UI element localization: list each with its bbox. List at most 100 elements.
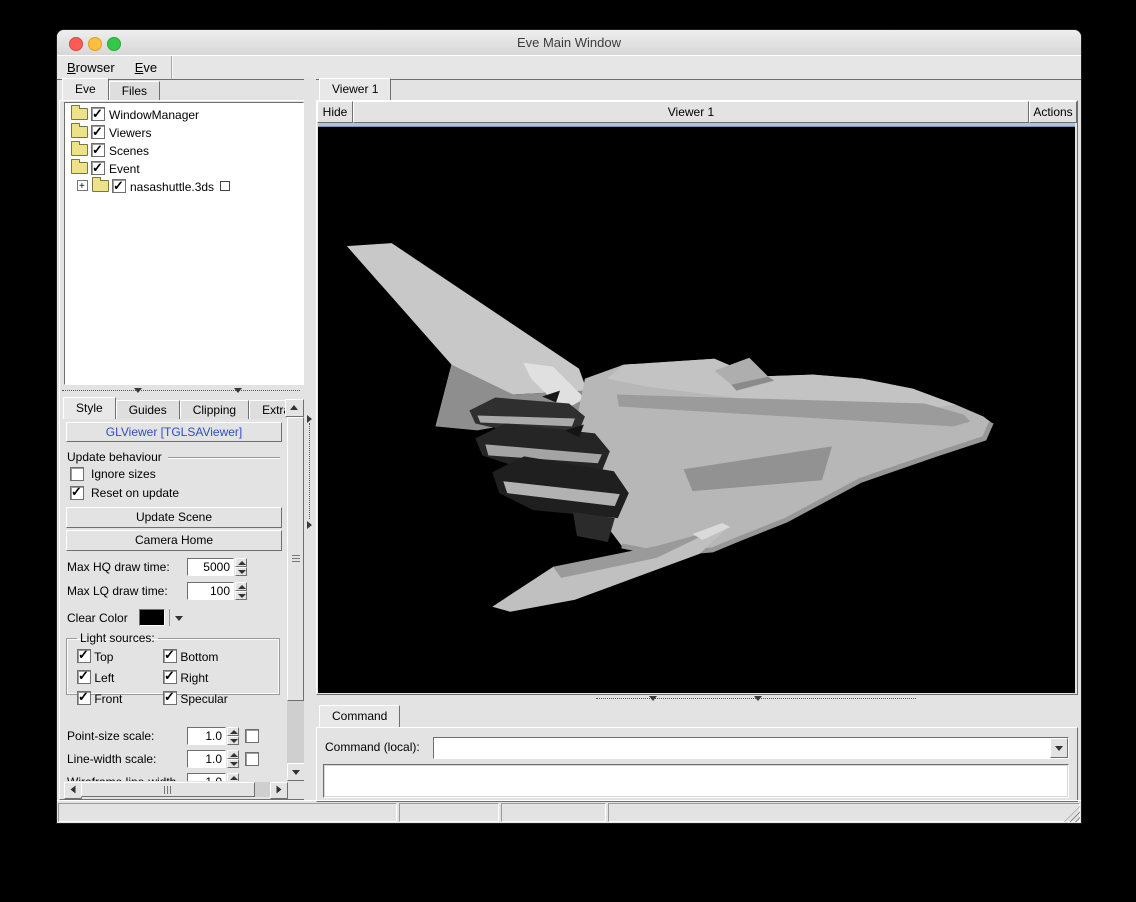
reset-on-update-row: Reset on update	[70, 486, 179, 500]
screen: { "window": { "title": "Eve Main Window"…	[0, 0, 1136, 902]
point-size-checkbox[interactable]	[245, 729, 259, 743]
line-width-stepper[interactable]	[227, 750, 239, 768]
tab-clipping[interactable]: Clipping	[180, 400, 249, 419]
tree-checkbox[interactable]	[91, 143, 105, 157]
tree-checkbox[interactable]	[112, 179, 126, 193]
max-lq-stepper[interactable]	[235, 582, 247, 600]
actions-button[interactable]: Actions	[1029, 101, 1077, 123]
folder-icon	[92, 180, 109, 192]
status-segment	[399, 803, 499, 822]
camera-home-button[interactable]: Camera Home	[66, 530, 282, 551]
tab-command[interactable]: Command	[319, 705, 400, 727]
tab-eve[interactable]: Eve	[62, 78, 109, 100]
point-size-stepper[interactable]	[227, 727, 239, 745]
editor-tabbar: Style Guides Clipping Extras	[63, 397, 309, 419]
clear-color-row: Clear Color	[67, 609, 186, 626]
titlebar[interactable]: Eve Main Window	[57, 30, 1081, 56]
line-width-row: Line-width scale: 1.0	[67, 750, 259, 768]
point-size-row: Point-size scale: 1.0	[67, 727, 259, 745]
ignore-sizes-checkbox[interactable]	[70, 467, 84, 481]
command-combobox[interactable]	[433, 737, 1069, 759]
checkbox-label: Ignore sizes	[91, 467, 156, 481]
scroll-right-button[interactable]	[270, 782, 288, 799]
gl-viewport[interactable]	[318, 123, 1075, 693]
main-area: Eve Files WindowManager Viewers Scenes E…	[57, 78, 1081, 800]
wireframe-input[interactable]: 1.0	[187, 773, 226, 781]
light-front-checkbox[interactable]	[77, 691, 91, 705]
tree-item-scenes[interactable]: Scenes	[65, 142, 303, 160]
tree-item-label[interactable]: Event	[109, 162, 140, 176]
tree-item-label[interactable]: nasashuttle.3ds	[130, 180, 214, 194]
light-bottom-checkbox[interactable]	[163, 649, 177, 663]
editor-horizontal-scrollbar[interactable]	[64, 782, 288, 797]
tree-checkbox[interactable]	[91, 161, 105, 175]
field-label: Point-size scale:	[67, 729, 187, 743]
light-right-checkbox[interactable]	[163, 670, 177, 684]
clear-color-dropdown[interactable]	[169, 609, 186, 626]
expander-plus-icon[interactable]	[77, 180, 88, 191]
reset-on-update-checkbox[interactable]	[70, 486, 84, 500]
max-hq-input[interactable]: 5000	[187, 558, 234, 576]
tree-editor-splitter[interactable]	[62, 385, 300, 397]
tab-viewer-1[interactable]: Viewer 1	[319, 78, 391, 100]
hide-button[interactable]: Hide	[317, 101, 353, 123]
checkbox-label: Reset on update	[91, 486, 179, 500]
scroll-left-button[interactable]	[64, 782, 82, 799]
checkbox-label: Right	[180, 671, 208, 685]
line-width-input[interactable]: 1.0	[187, 750, 226, 768]
ignore-sizes-row: Ignore sizes	[70, 467, 156, 481]
tab-guides[interactable]: Guides	[116, 400, 180, 419]
light-top-checkbox[interactable]	[77, 649, 91, 663]
status-segment	[501, 803, 606, 822]
point-size-input[interactable]: 1.0	[187, 727, 226, 745]
clear-color-swatch[interactable]	[139, 609, 165, 626]
wireframe-stepper[interactable]	[227, 773, 239, 781]
editor-vertical-scrollbar[interactable]	[287, 417, 304, 781]
max-lq-input[interactable]: 100	[187, 582, 234, 600]
folder-icon	[71, 126, 88, 138]
scrollbar-thumb[interactable]	[81, 782, 255, 797]
menu-eve[interactable]: Eve	[125, 58, 167, 77]
folder-icon	[71, 144, 88, 156]
status-segment	[608, 803, 1080, 822]
left-tabbar: Eve Files	[62, 78, 160, 100]
viewer-tabbar: Viewer 1	[319, 78, 391, 100]
light-specular-checkbox[interactable]	[163, 691, 177, 705]
tree-checkbox[interactable]	[91, 107, 105, 121]
chevron-down-icon	[134, 388, 142, 393]
command-tabbar: Command	[319, 705, 400, 727]
status-segment	[58, 803, 397, 822]
group-title: Light sources:	[77, 631, 158, 645]
glviewer-button[interactable]: GLViewer [TGLSAViewer]	[66, 422, 282, 442]
command-output	[323, 764, 1069, 798]
eve-main-window: Eve Main Window Browser Eve Eve Files Wi…	[57, 30, 1081, 823]
viewer-command-splitter[interactable]	[316, 693, 1076, 705]
tree-item-label[interactable]: WindowManager	[109, 108, 199, 122]
light-left-checkbox[interactable]	[77, 670, 91, 684]
scrollbar-thumb[interactable]	[287, 417, 304, 701]
panel-splitter[interactable]	[304, 78, 316, 800]
chevron-down-icon	[234, 388, 242, 393]
shuttle-model	[318, 127, 1075, 693]
field-label: Max LQ draw time:	[67, 584, 187, 598]
combo-dropdown-button[interactable]	[1050, 738, 1068, 758]
tree-item-event[interactable]: Event	[65, 160, 303, 178]
tree-item-windowmanager[interactable]: WindowManager	[65, 106, 303, 124]
rnr-state-square[interactable]	[220, 181, 230, 191]
tab-files[interactable]: Files	[109, 81, 160, 100]
tree-item-viewers[interactable]: Viewers	[65, 124, 303, 142]
menu-browser[interactable]: Browser	[57, 58, 125, 77]
left-panel: WindowManager Viewers Scenes Event nasas…	[59, 100, 307, 800]
tree-checkbox[interactable]	[91, 125, 105, 139]
max-hq-stepper[interactable]	[235, 558, 247, 576]
folder-open-icon	[71, 162, 88, 174]
tree-item-label[interactable]: Viewers	[109, 126, 151, 140]
update-scene-button[interactable]: Update Scene	[66, 507, 282, 528]
tree-item-nasashuttle[interactable]: nasashuttle.3ds	[65, 178, 303, 196]
line-width-checkbox[interactable]	[245, 752, 259, 766]
tab-style[interactable]: Style	[63, 397, 116, 419]
scroll-up-button[interactable]	[285, 399, 304, 417]
command-input[interactable]	[434, 738, 1050, 758]
tree-item-label[interactable]: Scenes	[109, 144, 149, 158]
checkbox-label: Top	[94, 650, 113, 664]
